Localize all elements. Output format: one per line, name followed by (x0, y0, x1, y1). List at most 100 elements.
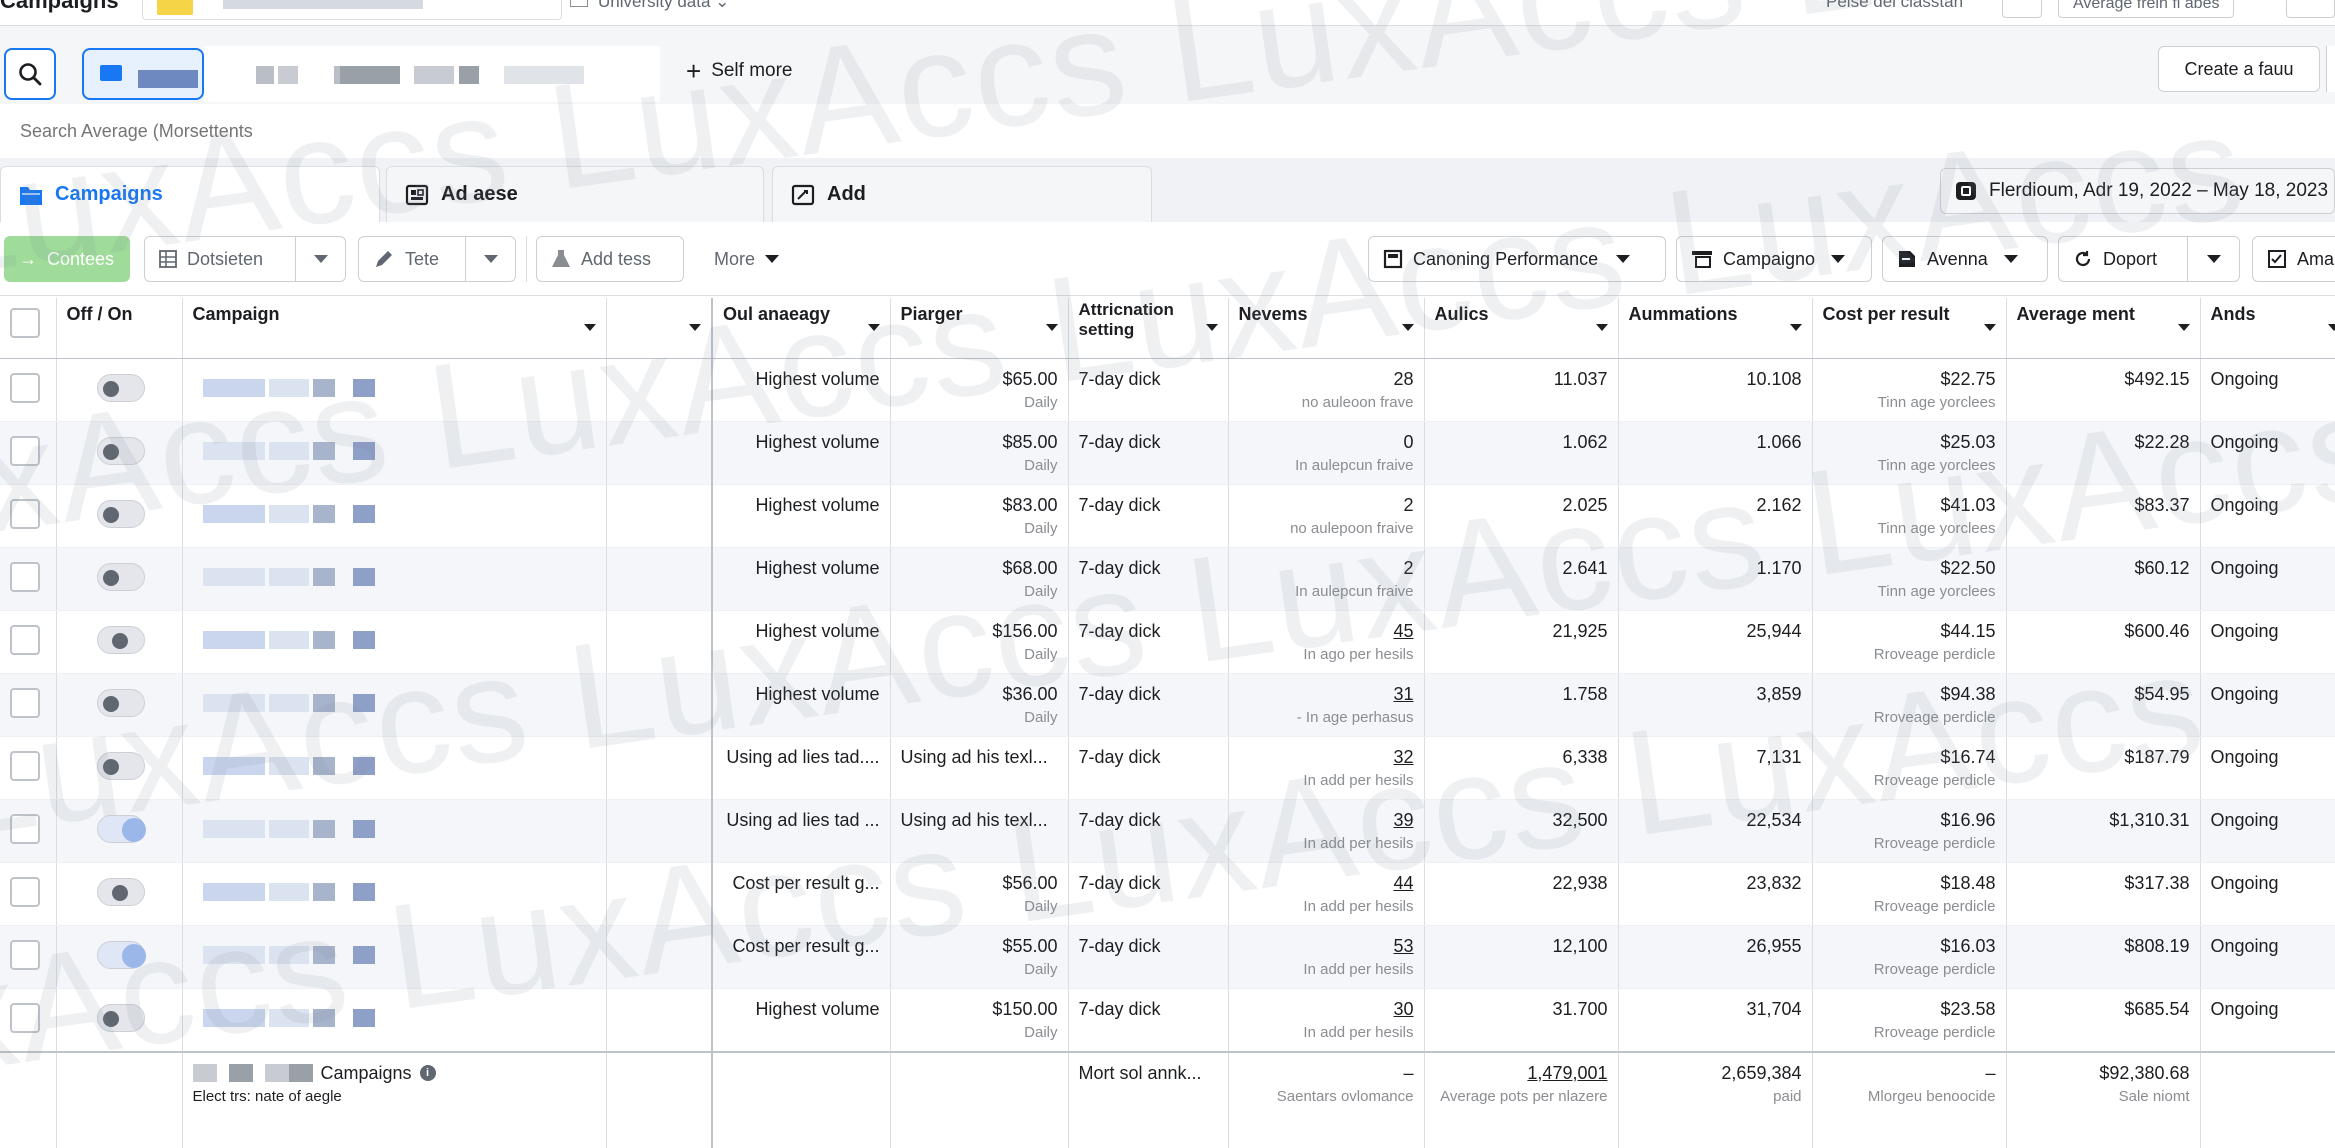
delivery-toggle[interactable] (96, 877, 145, 906)
ama-button[interactable]: Ama (2252, 236, 2335, 282)
row-checkbox[interactable] (10, 372, 40, 403)
campaign-name-cell[interactable] (182, 358, 607, 422)
row-checkbox[interactable] (10, 498, 40, 529)
footer-reach[interactable]: 1,479,001 (1527, 1063, 1607, 1083)
campaign-name-cell[interactable] (182, 421, 607, 485)
results-cell[interactable]: 0 In aulepcun fraive (1228, 421, 1425, 485)
tab-ad-sets[interactable]: Ad aese (386, 166, 764, 222)
table-row[interactable]: Highest volume $68.00 Daily 7-day dick 2 In a… (0, 547, 2335, 611)
select-all-checkbox[interactable] (10, 308, 40, 338)
column-header-budget[interactable]: Piarger (890, 298, 1069, 359)
results-value[interactable]: 0 (1403, 432, 1413, 452)
tab-ads[interactable]: Add (772, 166, 1152, 222)
campaign-name-cell[interactable] (182, 988, 607, 1052)
delivery-toggle[interactable] (96, 688, 145, 717)
table-row[interactable]: Highest volume $83.00 Daily 7-day dick 2 no a… (0, 484, 2335, 548)
results-value[interactable]: 30 (1393, 999, 1413, 1019)
more-button[interactable]: More (700, 236, 793, 282)
top-edge-button[interactable] (2286, 0, 2335, 18)
row-checkbox[interactable] (10, 687, 40, 718)
table-row[interactable]: Using ad lies tad ... Using ad his texl..… (0, 799, 2335, 863)
campaign-name-cell[interactable] (182, 799, 607, 863)
search-input[interactable] (0, 110, 1900, 152)
results-value[interactable]: 53 (1393, 936, 1413, 956)
delivery-toggle[interactable] (96, 373, 145, 402)
results-cell[interactable]: 44 In add per hesils (1228, 862, 1425, 926)
table-row[interactable]: Using ad lies tad.... Using ad his texl..… (0, 736, 2335, 800)
top-right-button[interactable]: Average frein fl abes (2058, 0, 2235, 18)
campaign-name-cell[interactable] (182, 484, 607, 548)
results-value[interactable]: 32 (1393, 747, 1413, 767)
refresh-button[interactable] (2002, 0, 2042, 18)
results-cell[interactable]: 31 - In age perhasus (1228, 673, 1425, 737)
create-campaign-button[interactable]: → Contees (4, 236, 130, 282)
top-right-label[interactable]: Pelse del classtan (1826, 0, 1963, 12)
breakdown-button[interactable]: Campaigno (1676, 236, 1872, 282)
row-checkbox[interactable] (10, 1002, 40, 1033)
results-value[interactable]: 2 (1403, 495, 1413, 515)
delivery-toggle[interactable] (96, 751, 145, 780)
delivery-toggle[interactable] (96, 625, 145, 654)
column-header-results[interactable]: Nevems (1228, 298, 1425, 359)
results-cell[interactable]: 2 In aulepcun fraive (1228, 547, 1425, 611)
campaign-name-cell[interactable] (182, 925, 607, 989)
column-header-off-on[interactable]: Off / On (56, 298, 183, 359)
campaign-name-cell[interactable] (182, 736, 607, 800)
column-header-impressions[interactable]: Aummations (1618, 298, 1813, 359)
table-row[interactable]: Cost per result g... $55.00 Daily 7-day dic… (0, 925, 2335, 989)
edit-dropdown[interactable] (466, 236, 516, 282)
row-checkbox[interactable] (10, 750, 40, 781)
results-cell[interactable]: 39 In add per hesils (1228, 799, 1425, 863)
search-button[interactable] (4, 48, 56, 100)
ab-test-button[interactable]: Add tess (536, 236, 684, 282)
info-icon[interactable]: i (419, 1065, 436, 1081)
column-header-reach[interactable]: Aulics (1424, 298, 1619, 359)
show-more-button[interactable]: + Self more (686, 58, 793, 84)
row2-edge-button[interactable] (2326, 46, 2335, 92)
create-button[interactable]: Create a fauu (2158, 46, 2320, 92)
column-header-blank[interactable] (606, 298, 713, 359)
results-value[interactable]: 31 (1393, 684, 1413, 704)
column-header-cost-per-result[interactable]: Cost per result (1812, 298, 2007, 359)
column-header-ends[interactable]: Ands (2200, 298, 2335, 359)
table-row[interactable]: Cost per result g... $56.00 Daily 7-day dic… (0, 862, 2335, 926)
export-dropdown[interactable] (2188, 236, 2240, 282)
campaign-name-cell[interactable] (182, 547, 607, 611)
results-value[interactable]: 2 (1403, 558, 1413, 578)
row-checkbox[interactable] (10, 561, 40, 592)
row-checkbox[interactable] (10, 624, 40, 655)
results-value[interactable]: 39 (1393, 810, 1413, 830)
export-button[interactable]: Doport (2058, 236, 2188, 282)
row-checkbox[interactable] (10, 435, 40, 466)
delivery-toggle[interactable] (96, 436, 145, 465)
results-cell[interactable]: 30 In add per hesils (1228, 988, 1425, 1052)
campaign-name-cell[interactable] (182, 610, 607, 674)
column-header-attribution[interactable]: Attricnation setting (1068, 298, 1229, 359)
results-cell[interactable]: 32 In add per hesils (1228, 736, 1425, 800)
column-header-bid-strategy[interactable]: Oul anaeagy (712, 298, 891, 359)
campaign-name-cell[interactable] (182, 862, 607, 926)
duplicate-dropdown[interactable] (296, 236, 346, 282)
duplicate-button[interactable]: Dotsieten (144, 236, 296, 282)
date-range-picker[interactable]: Flerdioum, Adr 19, 2022 – May 18, 2023 (1940, 168, 2335, 214)
data-dropdown[interactable]: University data ⌄ (570, 0, 729, 12)
performance-columns-button[interactable]: Canoning Performance (1368, 236, 1666, 282)
results-value[interactable]: 28 (1393, 369, 1413, 389)
delivery-toggle[interactable] (96, 940, 146, 969)
table-row[interactable]: Highest volume $65.00 Daily 7-day dick 28 no … (0, 358, 2335, 422)
row-checkbox[interactable] (10, 876, 40, 907)
tab-campaigns[interactable]: Campaigns (0, 166, 380, 222)
delivery-toggle[interactable] (96, 1003, 145, 1032)
table-row[interactable]: Highest volume $85.00 Daily 7-day dick 0 In a… (0, 421, 2335, 485)
campaign-name-cell[interactable] (182, 673, 607, 737)
results-cell[interactable]: 28 no auleoon frave (1228, 358, 1425, 422)
results-cell[interactable]: 2 no aulepoon fraive (1228, 484, 1425, 548)
results-value[interactable]: 45 (1393, 621, 1413, 641)
folder-filter-chip[interactable] (82, 48, 204, 100)
table-row[interactable]: Highest volume $156.00 Daily 7-day dick 45 In… (0, 610, 2335, 674)
column-header-campaign[interactable]: Campaign (182, 298, 607, 359)
delivery-toggle[interactable] (96, 562, 145, 591)
results-cell[interactable]: 45 In ago per hesils (1228, 610, 1425, 674)
table-row[interactable]: Highest volume $36.00 Daily 7-day dick 31 - I… (0, 673, 2335, 737)
results-cell[interactable]: 53 In add per hesils (1228, 925, 1425, 989)
